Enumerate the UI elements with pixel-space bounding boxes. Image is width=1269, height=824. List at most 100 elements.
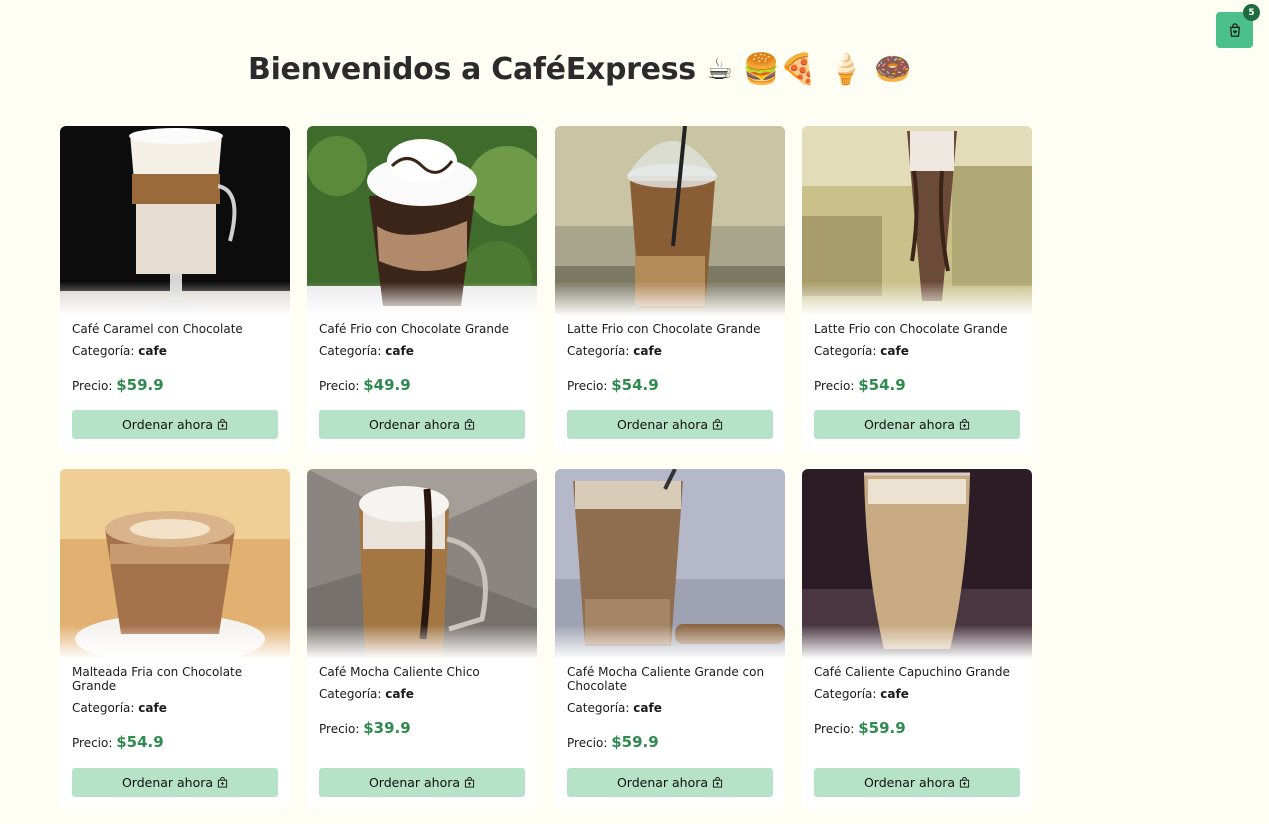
- product-price: Precio: $54.9: [72, 733, 278, 752]
- price-label: Precio:: [72, 736, 113, 750]
- add-to-bag-icon: [712, 777, 723, 788]
- product-card: Café Caramel con Chocolate Categoría: ca…: [60, 126, 290, 451]
- product-category: Categoría: cafe: [319, 687, 525, 701]
- add-to-bag-icon: [959, 777, 970, 788]
- product-card: Malteada Fria con Chocolate Grande Categ…: [60, 469, 290, 809]
- product-price: Precio: $59.9: [567, 733, 773, 752]
- product-card: Café Frio con Chocolate Grande Categoría…: [307, 126, 537, 451]
- category-label: Categoría:: [567, 344, 630, 358]
- price-label: Precio:: [319, 379, 360, 393]
- product-price: Precio: $49.9: [319, 376, 525, 395]
- add-to-bag-icon: [464, 419, 475, 430]
- price-value: $49.9: [363, 376, 411, 394]
- order-button-label: Ordenar ahora: [863, 775, 956, 790]
- price-value: $59.9: [116, 376, 164, 394]
- order-now-button[interactable]: Ordenar ahora: [72, 410, 278, 439]
- order-button-label: Ordenar ahora: [368, 775, 461, 790]
- add-to-bag-icon: [959, 419, 970, 430]
- page: Bienvenidos a CaféExpress ☕ 🍔🍕 🍦 🍩 5 Caf…: [0, 0, 1269, 824]
- product-image: [555, 126, 785, 316]
- order-button-label: Ordenar ahora: [863, 417, 956, 432]
- price-label: Precio:: [567, 736, 608, 750]
- order-button-label: Ordenar ahora: [121, 417, 214, 432]
- price-label: Precio:: [814, 722, 855, 736]
- price-label: Precio:: [319, 722, 360, 736]
- price-value: $39.9: [363, 719, 411, 737]
- product-price: Precio: $39.9: [319, 719, 525, 738]
- order-now-button[interactable]: Ordenar ahora: [319, 410, 525, 439]
- price-label: Precio:: [72, 379, 113, 393]
- cart-count-badge: 5: [1243, 4, 1260, 21]
- category-label: Categoría:: [814, 344, 877, 358]
- product-name: Latte Frio con Chocolate Grande: [567, 322, 761, 336]
- product-price: Precio: $59.9: [72, 376, 278, 395]
- product-name: Café Caramel con Chocolate: [72, 322, 243, 336]
- product-category: Categoría: cafe: [567, 344, 773, 358]
- product-name: Latte Frio con Chocolate Grande: [814, 322, 1008, 336]
- product-price: Precio: $54.9: [567, 376, 773, 395]
- category-label: Categoría:: [319, 687, 382, 701]
- product-image: [307, 469, 537, 659]
- product-image: [60, 469, 290, 659]
- order-button-label: Ordenar ahora: [616, 775, 709, 790]
- product-image: [307, 126, 537, 316]
- category-label: Categoría:: [72, 344, 135, 358]
- page-title: Bienvenidos a CaféExpress ☕ 🍔🍕 🍦 🍩: [248, 52, 912, 87]
- add-to-bag-icon: [712, 419, 723, 430]
- category-label: Categoría:: [567, 701, 630, 715]
- category-value: cafe: [633, 701, 662, 715]
- product-name: Café Mocha Caliente Grande con Chocolate: [567, 665, 765, 693]
- order-now-button[interactable]: Ordenar ahora: [319, 768, 525, 797]
- price-label: Precio:: [814, 379, 855, 393]
- product-image: [802, 469, 1032, 659]
- product-card: Latte Frio con Chocolate Grande Categorí…: [555, 126, 785, 451]
- product-price: Precio: $59.9: [814, 719, 1020, 738]
- product-name: Malteada Fria con Chocolate Grande: [72, 665, 243, 693]
- product-card: Latte Frio con Chocolate Grande Categorí…: [802, 126, 1032, 451]
- category-value: cafe: [138, 344, 167, 358]
- product-category: Categoría: cafe: [567, 701, 773, 715]
- price-value: $54.9: [116, 733, 164, 751]
- price-value: $54.9: [611, 376, 659, 394]
- product-name: Café Caliente Capuchino Grande: [814, 665, 1010, 679]
- product-category: Categoría: cafe: [319, 344, 525, 358]
- category-label: Categoría:: [814, 687, 877, 701]
- price-value: $59.9: [858, 719, 906, 737]
- product-card: Café Mocha Caliente Grande con Chocolate…: [555, 469, 785, 809]
- add-to-bag-icon: [464, 777, 475, 788]
- order-now-button[interactable]: Ordenar ahora: [814, 410, 1020, 439]
- product-image: [802, 126, 1032, 316]
- product-card: Café Mocha Caliente Chico Categoría: caf…: [307, 469, 537, 809]
- product-category: Categoría: cafe: [814, 344, 1020, 358]
- price-label: Precio:: [567, 379, 608, 393]
- product-category: Categoría: cafe: [72, 344, 278, 358]
- product-image: [60, 126, 290, 316]
- category-label: Categoría:: [72, 701, 135, 715]
- product-card: Café Caliente Capuchino Grande Categoría…: [802, 469, 1032, 809]
- order-button-label: Ordenar ahora: [121, 775, 214, 790]
- product-price: Precio: $54.9: [814, 376, 1020, 395]
- price-value: $59.9: [611, 733, 659, 751]
- order-now-button[interactable]: Ordenar ahora: [814, 768, 1020, 797]
- order-now-button[interactable]: Ordenar ahora: [72, 768, 278, 797]
- category-value: cafe: [385, 344, 414, 358]
- category-value: cafe: [880, 344, 909, 358]
- order-now-button[interactable]: Ordenar ahora: [567, 768, 773, 797]
- add-to-bag-icon: [217, 777, 228, 788]
- category-value: cafe: [385, 687, 414, 701]
- order-now-button[interactable]: Ordenar ahora: [567, 410, 773, 439]
- add-to-bag-icon: [217, 419, 228, 430]
- category-value: cafe: [880, 687, 909, 701]
- product-category: Categoría: cafe: [814, 687, 1020, 701]
- product-name: Café Frio con Chocolate Grande: [319, 322, 510, 336]
- shopping-bag-icon: [1229, 23, 1240, 37]
- product-name: Café Mocha Caliente Chico: [319, 665, 480, 679]
- category-value: cafe: [633, 344, 662, 358]
- order-button-label: Ordenar ahora: [368, 417, 461, 432]
- product-category: Categoría: cafe: [72, 701, 278, 715]
- order-button-label: Ordenar ahora: [616, 417, 709, 432]
- category-label: Categoría:: [319, 344, 382, 358]
- price-value: $54.9: [858, 376, 906, 394]
- category-value: cafe: [138, 701, 167, 715]
- product-image: [555, 469, 785, 659]
